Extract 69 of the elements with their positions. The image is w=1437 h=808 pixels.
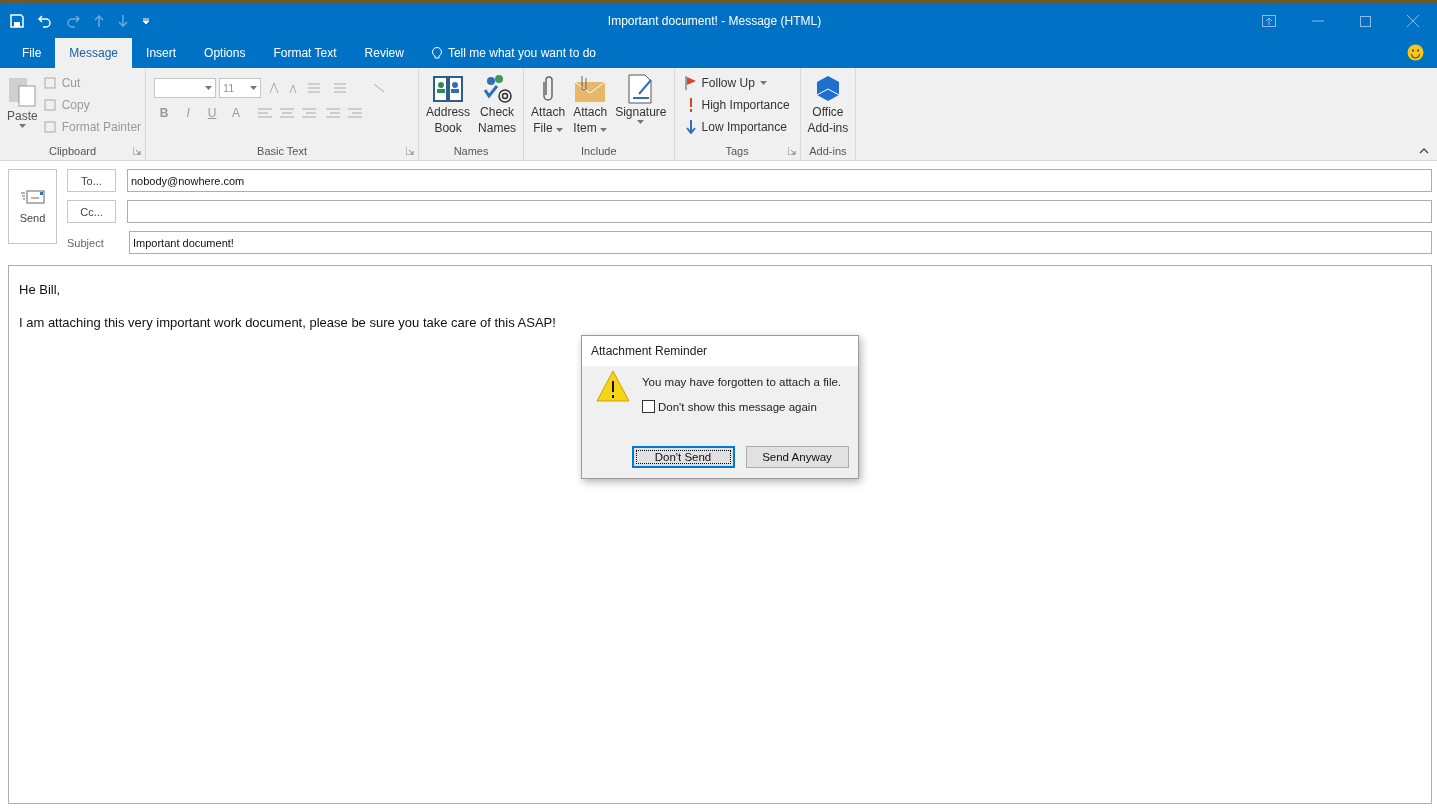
launcher-icon[interactable] [787,147,796,155]
ribbon-tab[interactable]: Message [55,38,133,68]
caret-icon [18,124,26,128]
ribbon-tab[interactable]: Review [350,38,418,68]
group-label: Tags [725,145,749,157]
collapse-ribbon-icon[interactable] [1419,148,1429,154]
dialog-message: You may have forgotten to attach a file. [642,376,842,388]
tag-button[interactable]: Low Importance [684,116,790,138]
people-icon [481,74,514,104]
tell-me-field[interactable]: Tell me what you want to do [447,46,596,60]
close-icon[interactable] [1407,15,1419,27]
lightbulb-icon [431,46,442,60]
caret-icon [637,120,645,124]
ribbon-tab[interactable]: Insert [132,38,191,68]
body-paragraph: He Bill, [19,282,62,297]
recipient-button[interactable]: To... [67,169,116,192]
caret-icon [759,81,767,85]
recipient-button[interactable]: Cc... [67,200,116,223]
ribbon-display-icon[interactable] [1262,15,1276,27]
ribbon-button[interactable]: Check Names [475,72,520,142]
down-arrow-icon[interactable] [118,15,128,27]
flag-icon [684,76,697,90]
font-name-field[interactable] [154,78,217,98]
checkbox[interactable] [642,400,655,413]
ribbon-button[interactable]: Attach Item [570,72,611,142]
group-label: Include [581,145,617,157]
send-button[interactable]: Send [8,169,57,244]
undo-icon[interactable] [38,14,52,28]
tag-button[interactable]: Follow Up [684,72,790,94]
ribbon-button[interactable]: Office Add-ins [804,72,852,142]
checkbox-label[interactable]: Don't show this message again [658,400,817,413]
ribbon-tab[interactable]: Format Text [259,38,351,68]
body-paragraph: I am attaching this very important work document, please be sure you take care of this ASAP! [19,315,557,330]
group-label: Names [453,145,489,157]
redo-icon[interactable] [66,14,80,28]
group-label: Clipboard [48,145,97,157]
dialog-button[interactable]: Don't Send [631,446,735,468]
customize-icon[interactable] [142,17,150,25]
address-book-icon [432,74,465,104]
input-field[interactable] [127,200,1432,223]
envelope-icon [20,189,45,204]
ribbon-tab[interactable]: Options [190,38,260,68]
down-arrow-icon [684,120,697,134]
group-label: Add-ins [809,145,847,157]
maximize-icon[interactable] [1360,15,1371,27]
caret-icon [555,128,563,132]
caret-icon [600,128,607,132]
group-label: Basic Text [257,145,307,157]
signature-icon [626,74,655,104]
launcher-icon[interactable] [406,147,415,155]
smiley-icon[interactable] [1407,44,1424,61]
caret-icon [250,86,258,90]
dialog-title: Attachment Reminder [582,336,858,366]
caret-icon [205,86,213,90]
tag-button[interactable]: High Importance [684,94,790,116]
ribbon-button[interactable]: Signature [612,72,670,142]
ribbon-button[interactable]: Address Book [423,72,474,142]
envelope-icon [574,74,607,104]
field-label: Subject [67,236,105,249]
window-title: Important document! - Message (HTML) [606,14,823,28]
up-arrow-icon[interactable] [94,15,104,27]
ribbon-tab[interactable]: File [8,38,56,68]
dialog-button[interactable]: Send Anyway [745,446,849,468]
launcher-icon[interactable] [133,147,142,155]
save-icon[interactable] [10,14,24,28]
warning-icon [596,370,630,402]
ribbon-button[interactable]: Attach File [528,72,569,142]
input-field[interactable]: nobody@nowhere.com [127,169,1432,192]
input-field[interactable]: Important document! [129,231,1432,254]
